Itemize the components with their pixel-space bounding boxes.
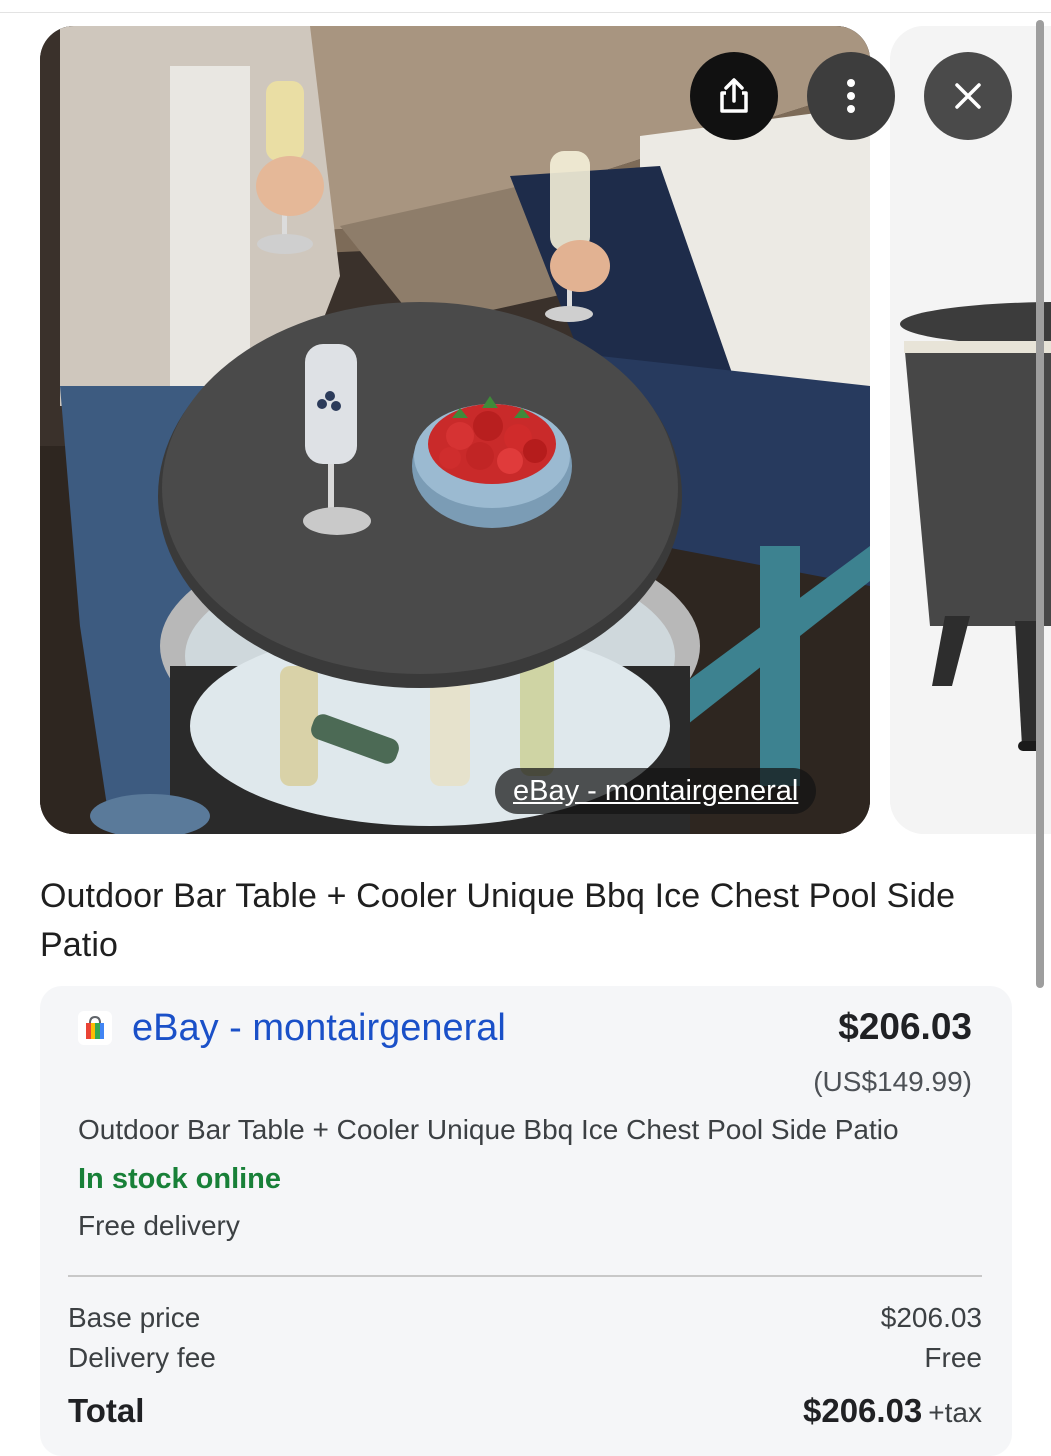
offer-description: Outdoor Bar Table + Cooler Unique Bbq Ic…	[78, 1114, 899, 1145]
offer-price: $206.03	[838, 1006, 972, 1047]
base-price-label: Base price	[68, 1302, 201, 1333]
top-divider	[0, 12, 1051, 13]
delivery-fee-label: Delivery fee	[68, 1342, 216, 1373]
product-title: Outdoor Bar Table + Cooler Unique Bbq Ic…	[40, 877, 956, 964]
stock-status: In stock online	[78, 1163, 282, 1195]
store-link[interactable]: eBay - montairgeneral	[78, 1006, 506, 1050]
store-name[interactable]: eBay - montairgeneral	[132, 1006, 506, 1050]
total-label: Total	[68, 1392, 145, 1429]
product-photo	[40, 26, 870, 834]
image-carousel[interactable]: eBay - montairgeneral	[0, 26, 1051, 834]
shopping-bag-icon	[78, 1011, 112, 1045]
base-price-value: $206.03	[880, 1302, 982, 1333]
delivery-info: Free delivery	[78, 1210, 240, 1241]
offer-card[interactable]: eBay - montairgeneral $206.03 (US$149.99…	[40, 986, 1012, 1456]
page-scrollbar[interactable]	[1036, 20, 1044, 988]
product-photo-next	[890, 26, 1051, 834]
delivery-fee-value: Free	[924, 1342, 982, 1373]
image-source-link[interactable]: eBay - montairgeneral	[495, 768, 817, 814]
price-divider	[68, 1275, 982, 1277]
original-currency-price: (US$149.99)	[813, 1066, 972, 1097]
more-options-button[interactable]	[807, 52, 895, 140]
total-price: $206.03 +tax	[803, 1392, 982, 1430]
more-vertical-icon	[847, 79, 855, 113]
close-button[interactable]	[924, 52, 1012, 140]
product-image-main[interactable]	[40, 26, 870, 834]
share-icon	[720, 78, 748, 113]
share-button[interactable]	[690, 52, 778, 140]
tax-note: +tax	[928, 1397, 982, 1428]
total-value: $206.03	[803, 1392, 923, 1429]
product-image-next[interactable]	[890, 26, 1051, 834]
close-icon	[955, 83, 981, 109]
